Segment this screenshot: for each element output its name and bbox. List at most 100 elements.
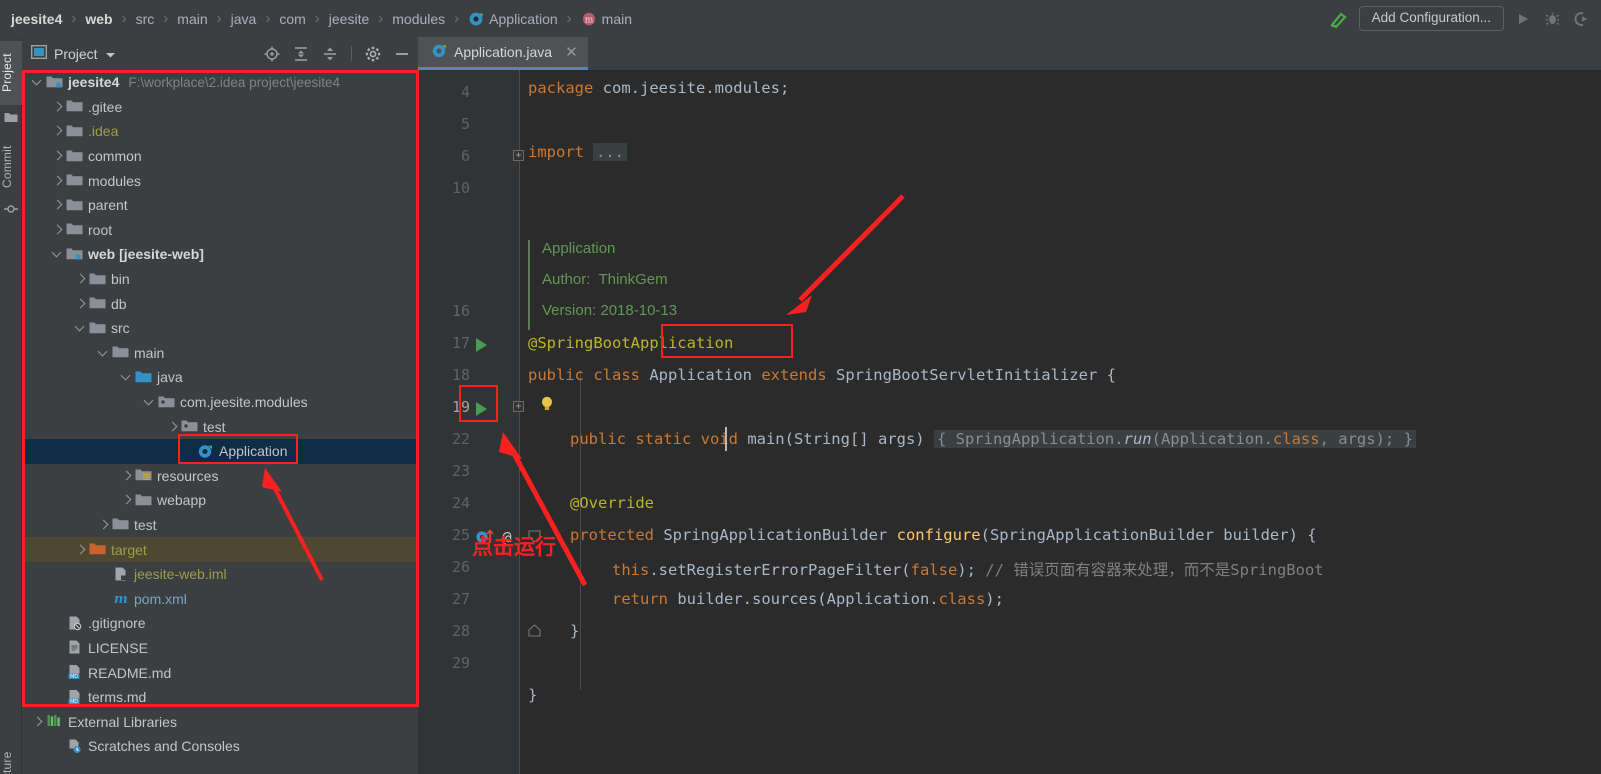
tree-row-gitignore[interactable]: .gitignore <box>22 611 418 636</box>
chevron-down-icon[interactable] <box>142 394 158 410</box>
line-number: 28 <box>451 622 470 640</box>
intention-bulb-icon[interactable] <box>540 396 553 411</box>
chevron-right-icon[interactable] <box>50 99 66 115</box>
breadcrumb-item-com[interactable]: com <box>277 11 307 27</box>
chevron-right-icon[interactable] <box>119 492 135 508</box>
folder-icon <box>66 98 83 115</box>
breadcrumb-separator: › <box>378 10 384 27</box>
breadcrumb-item-application[interactable]: Application <box>466 11 560 27</box>
chevron-right-icon[interactable] <box>73 271 89 287</box>
javadoc-title: Application <box>542 240 616 257</box>
tree-row-package-test[interactable]: test <box>22 414 418 439</box>
chevron-right-icon[interactable] <box>73 542 89 558</box>
tree-label: terms.md <box>88 689 147 706</box>
tree-row-web-module[interactable]: web [jeesite-web] <box>22 242 418 267</box>
tree-row-terms-md[interactable]: MD terms.md <box>22 685 418 710</box>
fold-expand-icon[interactable]: + <box>513 401 524 412</box>
breadcrumb-item-main-method[interactable]: m main <box>579 11 634 27</box>
chevron-down-icon[interactable] <box>96 345 112 361</box>
locate-icon[interactable] <box>264 46 280 62</box>
collapse-all-icon[interactable] <box>322 46 338 62</box>
fold-collapse-icon[interactable] <box>528 623 541 641</box>
add-configuration-button[interactable]: Add Configuration... <box>1358 5 1504 32</box>
sidebar-tab-structure[interactable]: Structure <box>0 747 22 774</box>
breadcrumb-item-jeesite[interactable]: jeesite <box>327 11 371 27</box>
fold-expand-icon[interactable]: + <box>513 150 524 161</box>
run-triangle-icon[interactable] <box>1513 9 1533 29</box>
tree-row-application[interactable]: Application <box>22 438 418 464</box>
hide-minimize-icon[interactable] <box>394 46 410 62</box>
breadcrumb-item-src[interactable]: src <box>134 11 157 27</box>
chevron-right-icon[interactable] <box>73 296 89 312</box>
tree-label: java <box>157 369 183 386</box>
chevron-right-icon[interactable] <box>30 714 46 730</box>
code-line-close-configure: } <box>570 622 580 640</box>
tree-row-external-libraries[interactable]: External Libraries <box>22 709 418 734</box>
line-number: 26 <box>451 558 470 576</box>
code-editor[interactable]: 4 5 6 10 16 17 18 19 22 23 24 25 26 27 2… <box>418 70 1601 774</box>
tree-row-readme-md[interactable]: MD README.md <box>22 660 418 685</box>
run-gutter-icon[interactable] <box>476 338 487 352</box>
tree-row-src[interactable]: src <box>22 316 418 341</box>
tree-row-gitee[interactable]: .gitee <box>22 95 418 120</box>
chevron-right-icon[interactable] <box>50 148 66 164</box>
chevron-right-icon[interactable] <box>50 123 66 139</box>
tree-row-common[interactable]: common <box>22 144 418 169</box>
breadcrumb-item-modules[interactable]: modules <box>390 11 447 27</box>
sidebar-tab-commit[interactable]: Commit <box>0 137 22 197</box>
chevron-right-icon[interactable] <box>50 222 66 238</box>
project-tree[interactable]: jeesite4 F:\workplace\2.idea project\jee… <box>22 70 418 774</box>
close-icon[interactable]: ✕ <box>565 43 578 61</box>
run-gutter-icon[interactable] <box>476 402 487 416</box>
tree-row-main[interactable]: main <box>22 341 418 366</box>
tree-row-target[interactable]: target <box>22 537 418 562</box>
hammer-icon[interactable] <box>1328 8 1350 30</box>
breadcrumb-item-java[interactable]: java <box>229 11 259 27</box>
tree-row-modules[interactable]: modules <box>22 168 418 193</box>
tree-row-db[interactable]: db <box>22 291 418 316</box>
breadcrumb-item-web[interactable]: web <box>83 11 114 27</box>
import-fold-placeholder[interactable]: ... <box>593 143 627 161</box>
tree-row-pom-xml[interactable]: m pom.xml <box>22 586 418 611</box>
tree-row-webapp[interactable]: webapp <box>22 488 418 513</box>
tree-row-license[interactable]: LICENSE <box>22 636 418 661</box>
chevron-right-icon[interactable] <box>119 468 135 484</box>
chevron-down-icon[interactable] <box>30 74 46 90</box>
tree-row-jeesite-web-iml[interactable]: jeesite-web.iml <box>22 562 418 587</box>
breadcrumb-separator: › <box>314 10 320 27</box>
tree-row-scratches-and-consoles[interactable]: Scratches and Consoles <box>22 734 418 759</box>
breadcrumb-item-main-dir[interactable]: main <box>175 11 209 27</box>
class-name-token: Application <box>649 366 752 384</box>
chevron-down-icon[interactable] <box>73 320 89 336</box>
chevron-down-icon[interactable] <box>105 46 116 62</box>
chevron-down-icon[interactable] <box>50 246 66 262</box>
keyword-this: this <box>612 561 650 579</box>
settings-gear-icon[interactable] <box>365 46 381 62</box>
line-number: 27 <box>451 590 470 608</box>
tree-row-test-folder[interactable]: test <box>22 513 418 538</box>
run-with-coverage-icon[interactable] <box>1571 9 1591 29</box>
tree-row-java[interactable]: java <box>22 365 418 390</box>
chevron-right-icon[interactable] <box>50 197 66 213</box>
expand-all-icon[interactable] <box>293 46 309 62</box>
editor-tab-application-java[interactable]: Application.java ✕ <box>418 37 588 70</box>
tree-row-parent[interactable]: parent <box>22 193 418 218</box>
tree-row-package-com-jeesite-modules[interactable]: com.jeesite.modules <box>22 390 418 415</box>
main-body-fold[interactable]: { SpringApplication.run(Application.clas… <box>933 430 1416 448</box>
tree-row-root[interactable]: root <box>22 218 418 243</box>
folder-icon <box>112 516 129 533</box>
breadcrumb-item-jeesite4[interactable]: jeesite4 <box>9 11 64 27</box>
tree-row-jeesite4[interactable]: jeesite4 F:\workplace\2.idea project\jee… <box>22 70 418 95</box>
project-panel-title[interactable]: Project <box>30 44 116 62</box>
tree-row-idea[interactable]: .idea <box>22 119 418 144</box>
chevron-right-icon[interactable] <box>50 173 66 189</box>
tree-label: common <box>88 148 142 165</box>
debug-bug-icon[interactable] <box>1542 9 1562 29</box>
chevron-right-icon[interactable] <box>165 419 181 435</box>
tree-row-bin[interactable]: bin <box>22 267 418 292</box>
no-chevron-icon <box>50 615 66 631</box>
chevron-down-icon[interactable] <box>119 369 135 385</box>
sidebar-tab-project[interactable]: Project <box>0 41 22 105</box>
chevron-right-icon[interactable] <box>96 517 112 533</box>
tree-row-resources[interactable]: resources <box>22 464 418 489</box>
